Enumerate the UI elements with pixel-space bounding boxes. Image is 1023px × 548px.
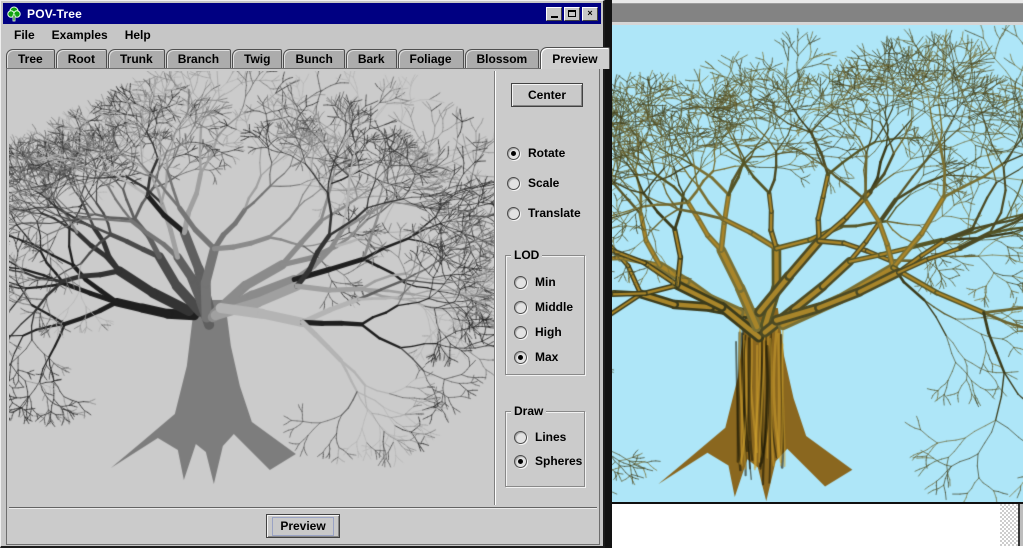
tab-trunk[interactable]: Trunk bbox=[108, 49, 165, 68]
lod-group-label: LOD bbox=[511, 248, 542, 262]
minimize-icon bbox=[551, 16, 558, 18]
pov-tree-window: POV-Tree × File Examples Help Tree Root … bbox=[0, 0, 605, 548]
preview-button[interactable]: Preview bbox=[266, 514, 340, 538]
close-button[interactable]: × bbox=[582, 7, 598, 21]
radio-label: High bbox=[535, 325, 562, 339]
menu-bar: File Examples Help bbox=[3, 24, 601, 46]
radio-label: Max bbox=[535, 350, 558, 364]
radio-label: Scale bbox=[528, 176, 559, 190]
radio-icon bbox=[507, 147, 520, 160]
window-title: POV-Tree bbox=[27, 7, 546, 21]
preview-viewport[interactable] bbox=[9, 71, 495, 505]
radio-label: Middle bbox=[535, 300, 573, 314]
tab-bunch[interactable]: Bunch bbox=[283, 49, 344, 68]
tab-blossom[interactable]: Blossom bbox=[465, 49, 540, 68]
title-bar[interactable]: POV-Tree × bbox=[3, 3, 601, 24]
tab-preview[interactable]: Preview bbox=[540, 47, 609, 69]
desktop: { "left_window": { "title": "POV-Tree", … bbox=[0, 0, 1023, 548]
tab-tree[interactable]: Tree bbox=[6, 49, 55, 68]
tab-bar: Tree Root Trunk Branch Twig Bunch Bark F… bbox=[6, 47, 599, 68]
radio-lod-high[interactable]: High bbox=[514, 322, 562, 342]
bottom-button-strip: Preview bbox=[9, 507, 597, 544]
tab-branch[interactable]: Branch bbox=[166, 49, 231, 68]
radio-icon bbox=[507, 177, 520, 190]
radio-icon bbox=[514, 351, 527, 364]
radio-icon bbox=[507, 207, 520, 220]
minimize-button[interactable] bbox=[546, 7, 562, 21]
draw-group: Draw Lines Spheres bbox=[505, 411, 585, 487]
radio-lod-max[interactable]: Max bbox=[514, 347, 558, 367]
render-window-bottom-area bbox=[612, 504, 1023, 546]
wireframe-tree-preview[interactable] bbox=[9, 71, 494, 504]
rendered-tree-image bbox=[612, 25, 1023, 502]
center-button[interactable]: Center bbox=[511, 83, 583, 107]
radio-icon bbox=[514, 276, 527, 289]
radio-lod-middle[interactable]: Middle bbox=[514, 297, 573, 317]
preview-button-label: Preview bbox=[272, 517, 333, 536]
povray-render-window bbox=[612, 0, 1023, 548]
radio-icon bbox=[514, 301, 527, 314]
render-window-header[interactable] bbox=[612, 4, 1023, 22]
radio-label: Min bbox=[535, 275, 556, 289]
menu-file[interactable]: File bbox=[13, 26, 36, 44]
close-icon: × bbox=[587, 9, 592, 18]
maximize-icon bbox=[568, 10, 576, 17]
maximize-button[interactable] bbox=[564, 7, 580, 21]
radio-label: Rotate bbox=[528, 146, 565, 160]
radio-label: Translate bbox=[528, 206, 581, 220]
radio-icon bbox=[514, 326, 527, 339]
radio-lod-min[interactable]: Min bbox=[514, 272, 556, 292]
draw-group-label: Draw bbox=[511, 404, 546, 418]
radio-draw-lines[interactable]: Lines bbox=[514, 427, 566, 447]
radio-label: Spheres bbox=[535, 454, 582, 468]
scrollbar-track[interactable] bbox=[1000, 504, 1018, 546]
tab-bark[interactable]: Bark bbox=[346, 49, 397, 68]
lod-group: LOD Min Middle High Max bbox=[505, 255, 585, 375]
render-viewport bbox=[612, 25, 1023, 502]
render-window-right-edge bbox=[1018, 504, 1023, 546]
radio-translate[interactable]: Translate bbox=[507, 203, 581, 223]
radio-label: Lines bbox=[535, 430, 566, 444]
tab-foliage[interactable]: Foliage bbox=[398, 49, 464, 68]
menu-help[interactable]: Help bbox=[124, 26, 152, 44]
radio-icon bbox=[514, 455, 527, 468]
tab-twig[interactable]: Twig bbox=[232, 49, 282, 68]
menu-examples[interactable]: Examples bbox=[51, 26, 109, 44]
tab-root[interactable]: Root bbox=[56, 49, 107, 68]
app-tree-icon bbox=[6, 6, 22, 22]
radio-icon bbox=[514, 431, 527, 444]
preview-tab-panel: Center Rotate Scale Translate LOD Min bbox=[6, 68, 600, 545]
radio-rotate[interactable]: Rotate bbox=[507, 143, 565, 163]
radio-draw-spheres[interactable]: Spheres bbox=[514, 451, 582, 471]
radio-scale[interactable]: Scale bbox=[507, 173, 559, 193]
preview-controls: Center Rotate Scale Translate LOD Min bbox=[497, 71, 598, 505]
